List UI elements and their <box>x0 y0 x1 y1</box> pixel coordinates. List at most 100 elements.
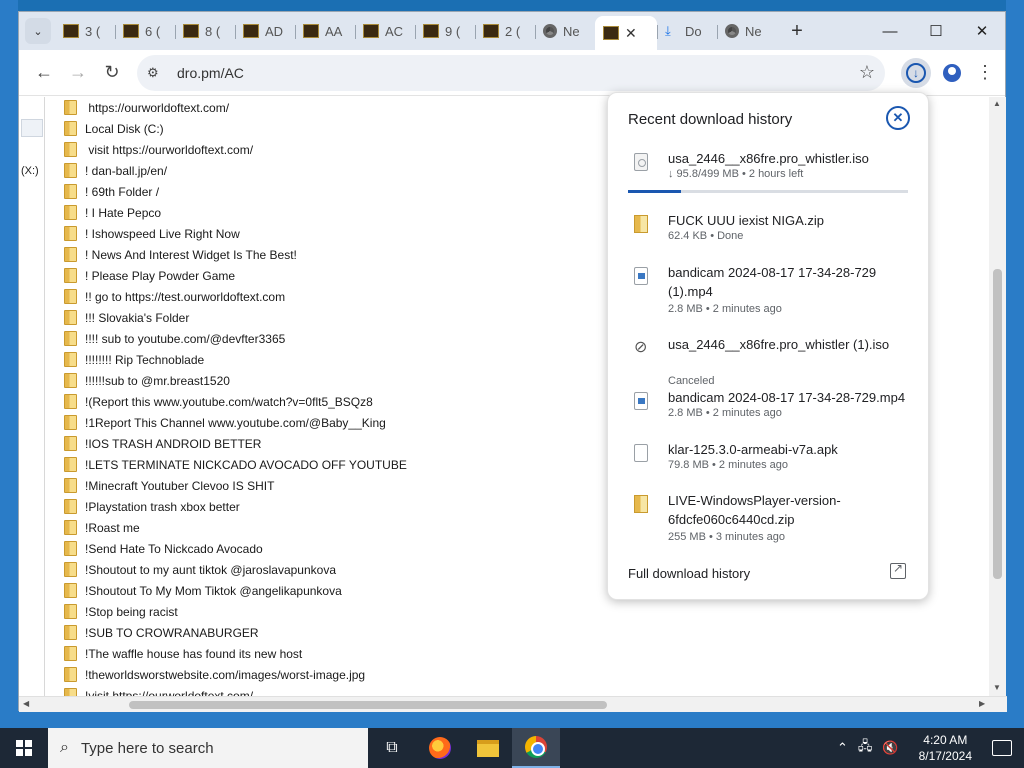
folder-icon <box>64 100 77 115</box>
folder-icon <box>64 667 77 682</box>
profile-button[interactable] <box>937 58 967 88</box>
folder-item[interactable]: !Shoutout to my aunt tiktok @jaroslavapu… <box>64 559 407 580</box>
folder-item[interactable]: ! News And Interest Widget Is The Best! <box>64 244 407 265</box>
browser-tab[interactable]: ⤓ Do <box>657 16 717 46</box>
folder-item[interactable]: !Roast me <box>64 517 407 538</box>
browser-tab[interactable]: 6 ( <box>115 16 175 46</box>
download-status: Canceled <box>668 375 715 387</box>
vertical-scrollbar[interactable]: ▲ ▼ <box>989 97 1006 696</box>
browser-tab[interactable]: 2 ( <box>475 16 535 46</box>
folder-item[interactable]: visit https://ourworldoftext.com/ <box>64 139 407 160</box>
kebab-menu-icon: ⋮ <box>976 62 994 82</box>
folder-item[interactable]: !visit https://ourworldoftext.com/ <box>64 685 407 696</box>
folder-item[interactable]: !! go to https://test.ourworldoftext.com <box>64 286 407 307</box>
folder-item[interactable]: ! Please Play Powder Game <box>64 265 407 286</box>
folder-item[interactable]: !!!!!!!! Rip Technoblade <box>64 349 407 370</box>
folder-icon <box>64 331 77 346</box>
browser-tab[interactable]: 8 ( <box>175 16 235 46</box>
folder-item[interactable]: !SUB TO CROWRANABURGER <box>64 622 407 643</box>
folder-item[interactable]: !!! Slovakia's Folder <box>64 307 407 328</box>
address-bar[interactable]: ⚙ dro.pm/AC ☆ <box>137 54 885 91</box>
folder-item[interactable]: ! 69th Folder / <box>64 181 407 202</box>
scroll-right-arrow-icon[interactable]: ▶ <box>979 699 985 708</box>
network-icon[interactable]: 🖧 <box>858 737 873 759</box>
scroll-left-arrow-icon[interactable]: ◀ <box>23 699 29 708</box>
notification-icon[interactable] <box>992 740 1012 756</box>
site-settings-icon[interactable]: ⚙ <box>147 65 167 81</box>
firefox-taskbar-button[interactable] <box>416 728 464 768</box>
folder-item[interactable]: !1Report This Channel www.youtube.com/@B… <box>64 412 407 433</box>
clock[interactable]: 4:20 AM 8/17/2024 <box>919 732 972 764</box>
horizontal-scroll-thumb[interactable] <box>129 701 607 709</box>
tab-title: 8 ( <box>205 23 221 39</box>
folder-item[interactable]: !Shoutout To My Mom Tiktok @angelikapunk… <box>64 580 407 601</box>
folder-item[interactable]: !Playstation trash xbox better <box>64 496 407 517</box>
folder-item[interactable]: !(Report this www.youtube.com/watch?v=0f… <box>64 391 407 412</box>
browser-tab[interactable]: 9 ( <box>415 16 475 46</box>
folder-item[interactable]: ! Ishowspeed Live Right Now <box>64 223 407 244</box>
close-download-bubble-button[interactable]: ✕ <box>886 106 910 130</box>
browser-tab[interactable]: AC <box>355 16 415 46</box>
folder-name: ! I Hate Pepco <box>85 205 162 220</box>
desktop-background-right <box>1006 0 1024 712</box>
browser-tab[interactable]: AA <box>295 16 355 46</box>
minimize-button[interactable]: — <box>867 12 913 50</box>
file-explorer-taskbar-button[interactable] <box>464 728 512 768</box>
close-window-button[interactable]: ✕ <box>959 12 1005 50</box>
full-download-history-link[interactable]: Full download history <box>628 566 750 581</box>
folder-item[interactable]: !Send Hate To Nickcado Avocado <box>64 538 407 559</box>
folder-item[interactable]: !LETS TERMINATE NICKCADO AVOCADO OFF YOU… <box>64 454 407 475</box>
folder-item[interactable]: !Minecraft Youtuber Clevoo IS SHIT <box>64 475 407 496</box>
maximize-button[interactable]: ☐ <box>913 12 959 50</box>
image-thumb-icon <box>423 24 439 38</box>
folder-item[interactable]: https://ourworldoftext.com/ <box>64 97 407 118</box>
chrome-icon <box>725 24 739 38</box>
folder-icon <box>64 625 77 640</box>
chevron-down-icon: ⌄ <box>33 25 43 38</box>
image-thumb-icon <box>483 24 499 38</box>
folder-item[interactable]: !!!!!!sub to @mr.breast1520 <box>64 370 407 391</box>
scroll-down-arrow-icon[interactable]: ▼ <box>993 683 1001 692</box>
horizontal-scrollbar[interactable]: ◀ ▶ <box>19 696 1007 712</box>
folder-item[interactable]: !theworldsworstwebsite.com/images/worst-… <box>64 664 407 685</box>
folder-name: !SUB TO CROWRANABURGER <box>85 625 259 640</box>
scroll-up-arrow-icon[interactable]: ▲ <box>993 99 1001 108</box>
tab-title: 3 ( <box>85 23 101 39</box>
folder-item[interactable]: !Stop being racist <box>64 601 407 622</box>
drive-label[interactable]: (X:) <box>21 165 39 177</box>
navigation-pane: (X:) <box>19 97 45 696</box>
start-button[interactable] <box>0 728 48 768</box>
browser-tab[interactable]: 3 ( <box>55 16 115 46</box>
browser-tab[interactable]: AD <box>235 16 295 46</box>
folder-item[interactable]: !The waffle house has found its new host <box>64 643 407 664</box>
folder-item[interactable]: Local Disk (C:) <box>64 118 407 139</box>
chevron-up-icon[interactable]: ⌃ <box>837 740 848 756</box>
chrome-taskbar-button[interactable] <box>512 728 560 768</box>
browser-tab[interactable]: ✕ <box>595 16 657 50</box>
vertical-scroll-thumb[interactable] <box>993 269 1002 579</box>
folder-item[interactable]: ! I Hate Pepco <box>64 202 407 223</box>
tab-title: AC <box>385 23 404 39</box>
reload-button[interactable]: ↻ <box>95 56 129 90</box>
browser-menu-button[interactable]: ⋮ <box>973 62 997 83</box>
forward-button[interactable]: → <box>61 56 95 90</box>
folder-item[interactable]: !!!! sub to youtube.com/@devfter3365 <box>64 328 407 349</box>
bookmark-star-icon[interactable]: ☆ <box>859 62 875 83</box>
taskbar-search-box[interactable]: ⌕ Type here to search <box>48 728 368 768</box>
downloads-button[interactable]: ↓ <box>901 57 931 88</box>
new-tab-button[interactable]: + <box>783 17 811 45</box>
browser-tab[interactable]: Ne <box>535 16 595 46</box>
folder-item[interactable]: ! dan-ball.jp/en/ <box>64 160 407 181</box>
tab-close-icon[interactable]: ✕ <box>625 25 637 42</box>
open-external-icon[interactable] <box>890 561 906 579</box>
browser-toolbar: ← → ↻ ⚙ dro.pm/AC ☆ ↓ ⋮ <box>19 50 1005 96</box>
download-file-name: usa_2446__x86fre.pro_whistler.iso <box>668 151 869 166</box>
browser-tab[interactable]: Ne <box>717 16 777 46</box>
volume-muted-icon[interactable]: 🔇 <box>882 740 898 756</box>
tab-search-button[interactable]: ⌄ <box>25 18 51 44</box>
task-view-button[interactable]: ⧉ <box>368 728 416 768</box>
folder-item[interactable]: !IOS TRASH ANDROID BETTER <box>64 433 407 454</box>
drive-item[interactable] <box>21 119 43 137</box>
back-button[interactable]: ← <box>27 56 61 90</box>
folder-name: ! dan-ball.jp/en/ <box>85 163 168 178</box>
